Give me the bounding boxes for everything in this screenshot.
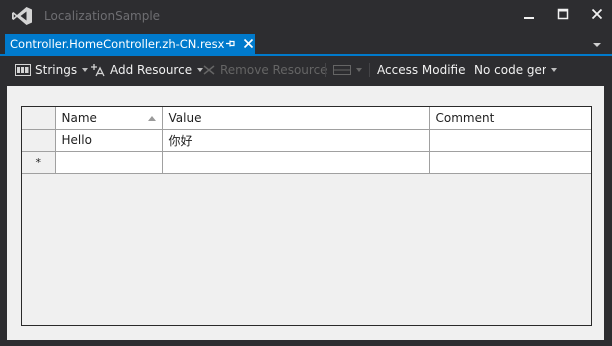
new-cell-name[interactable] [54,150,163,174]
column-header-comment-label: Comment [435,110,495,125]
remove-resource-label: Remove Resource [220,63,328,77]
document-tab-strip: Controller.HomeController.zh-CN.resx [0,34,612,54]
cell-comment[interactable] [428,128,591,152]
toolbar-separator [325,63,326,77]
close-window-button[interactable] [582,4,612,24]
new-cell-value[interactable] [161,150,430,174]
views-dropdown[interactable] [333,56,362,84]
resource-table: Name Value Comment Hello 你好 * [22,107,591,174]
remove-resource-button[interactable]: Remove Resource [202,56,328,84]
access-modifier-label-wrap: Access Modifier: [377,56,465,84]
chevron-down-icon [356,68,362,72]
access-modifier-dropdown[interactable]: No code generation [474,56,557,84]
new-row-marker: * [22,150,56,174]
add-resource-icon [91,64,105,77]
access-modifier-label: Access Modifier: [377,63,465,77]
sort-ascending-icon [147,115,156,121]
table-new-row[interactable]: * [22,150,591,174]
strings-icon [15,64,31,76]
chevron-down-icon [551,68,557,72]
close-icon [591,8,603,20]
tab-overflow-dropdown-icon[interactable] [592,41,602,49]
minimize-button[interactable] [514,4,544,24]
cell-value[interactable]: 你好 [161,128,430,152]
column-header-value[interactable]: Value [161,107,430,130]
title-bar: LocalizationSample [0,0,612,34]
vs-window: LocalizationSample Controller.HomeContro… [0,0,612,346]
new-cell-comment[interactable] [428,150,591,174]
table-header-row: Name Value Comment [22,107,591,130]
column-header-name-label: Name [61,110,97,125]
resource-grid: Name Value Comment Hello 你好 * [21,106,592,326]
strings-label: Strings [35,63,78,77]
tab-resx-document[interactable]: Controller.HomeController.zh-CN.resx [5,34,255,54]
remove-resource-icon [203,65,215,75]
add-resource-label: Add Resource [110,63,193,77]
row-header-corner[interactable] [22,107,56,130]
minimize-icon [524,17,534,19]
app-title: LocalizationSample [44,9,161,23]
maximize-button[interactable] [548,4,578,24]
column-header-value-label: Value [168,110,202,125]
resource-editor-toolbar: Strings Add Resource Remove Resource Acc… [0,56,612,84]
resource-editor-area: Name Value Comment Hello 你好 * [7,86,604,340]
column-header-name[interactable]: Name [54,107,163,130]
strings-dropdown[interactable]: Strings [15,56,89,84]
visual-studio-logo-icon [12,7,32,25]
grid-view-icon [333,65,351,75]
access-modifier-value: No code generation [474,63,546,77]
pin-icon[interactable] [223,36,237,51]
toolbar-separator [369,63,370,77]
maximize-icon [557,8,569,20]
add-resource-dropdown[interactable]: Add Resource [90,56,204,84]
table-row[interactable]: Hello 你好 [22,128,591,152]
column-header-comment[interactable]: Comment [428,107,591,130]
tab-title: Controller.HomeController.zh-CN.resx [10,37,225,51]
row-header[interactable] [22,128,56,152]
cell-name[interactable]: Hello [54,128,163,152]
chevron-down-icon [82,68,89,72]
close-icon[interactable] [241,36,256,51]
